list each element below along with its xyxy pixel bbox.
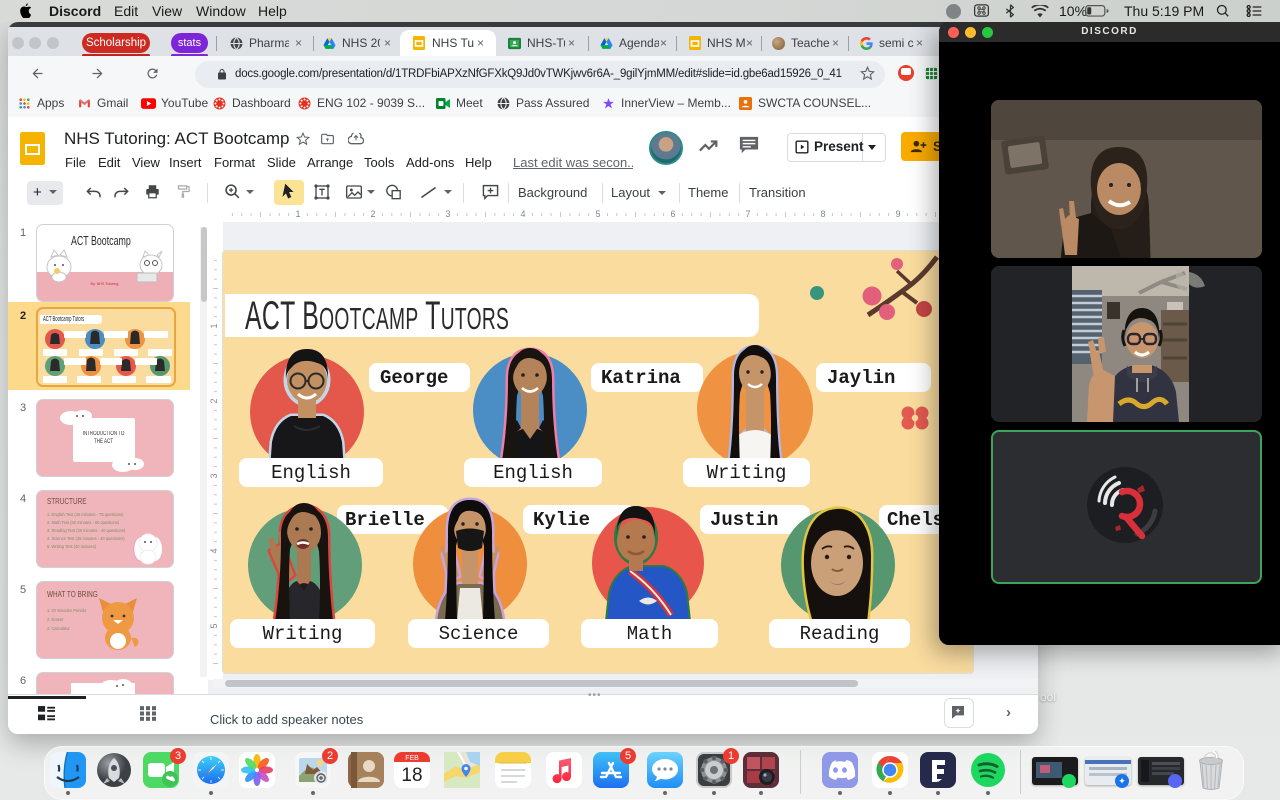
svg-text:3: 3 bbox=[445, 209, 450, 219]
svg-text:FEB: FEB bbox=[405, 755, 419, 762]
svg-text:4: 4 bbox=[520, 209, 525, 219]
svg-text:18: 18 bbox=[401, 765, 422, 786]
svg-text:2: 2 bbox=[370, 209, 375, 219]
svg-text:6: 6 bbox=[670, 209, 675, 219]
svg-text:3: 3 bbox=[209, 473, 219, 478]
svg-text:5: 5 bbox=[209, 623, 219, 628]
svg-text:9: 9 bbox=[895, 209, 900, 219]
svg-text:8: 8 bbox=[820, 209, 825, 219]
svg-text:4: 4 bbox=[209, 548, 219, 553]
svg-text:1: 1 bbox=[295, 209, 300, 219]
svg-text:5: 5 bbox=[595, 209, 600, 219]
svg-text:2: 2 bbox=[209, 398, 219, 403]
svg-text:1: 1 bbox=[209, 323, 219, 328]
svg-text:7: 7 bbox=[745, 209, 750, 219]
